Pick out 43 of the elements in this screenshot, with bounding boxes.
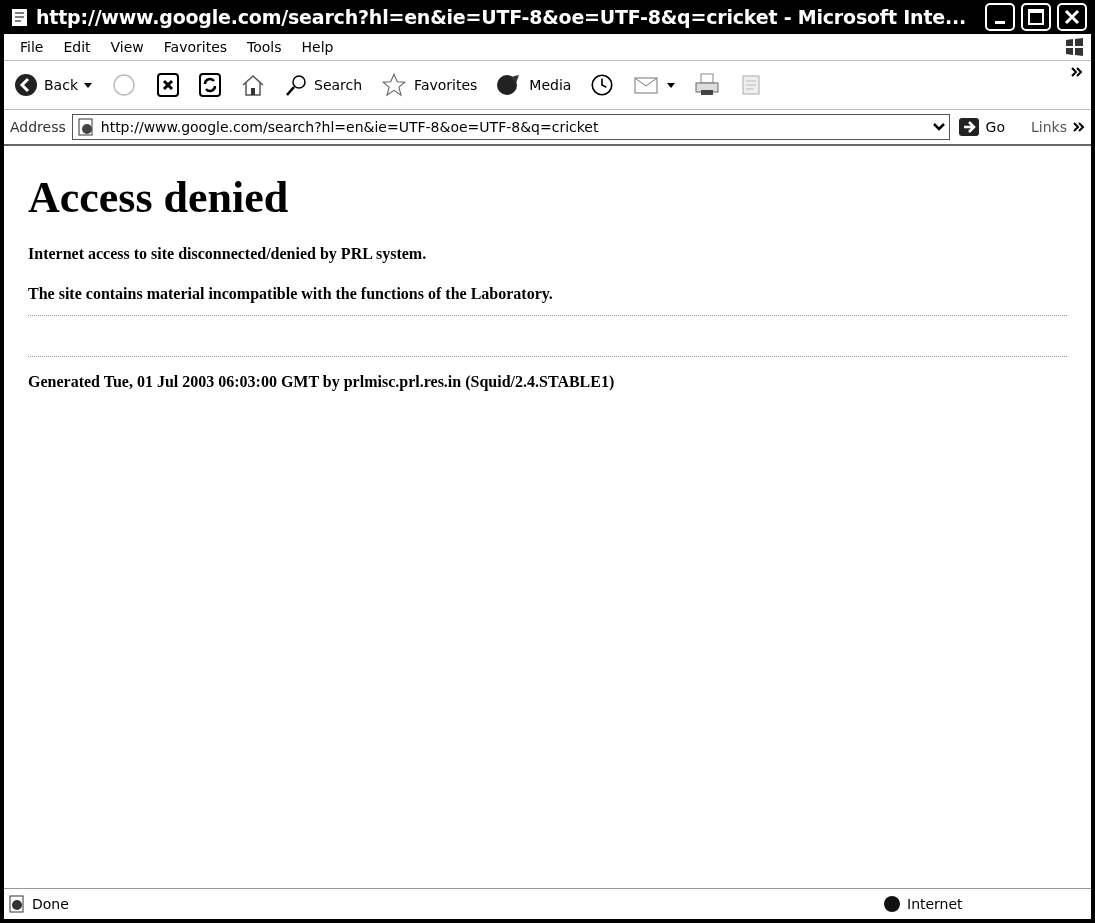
toolbar-button[interactable]: Favorites: [378, 70, 480, 100]
chevron-icon: [1071, 67, 1083, 77]
menu-item[interactable]: File: [10, 39, 54, 55]
toolbar-icon-button[interactable]: [154, 70, 182, 100]
page-icon: [76, 118, 95, 136]
windows-logo-icon: [1063, 36, 1085, 58]
toolbar-button[interactable]: Back: [12, 71, 94, 99]
url-field[interactable]: http://www.google.com/search?hl=en&ie=UTF-8&oe=UTF-8&q=cricket: [100, 119, 927, 135]
minimize-button[interactable]: [985, 3, 1015, 31]
address-combo-box[interactable]: http://www.google.com/search?hl=en&ie=UTF-8&oe=UTF-8&q=cricket: [71, 114, 950, 140]
menu-item[interactable]: Help: [291, 39, 344, 55]
address-label: Address: [10, 119, 66, 135]
stop-icon: [156, 72, 180, 98]
search-icon: [284, 73, 308, 97]
go-button[interactable]: Go: [955, 115, 1008, 139]
menu-item[interactable]: Edit: [53, 39, 101, 55]
refresh-icon: [198, 72, 222, 98]
dropdown-caret-icon: [932, 122, 945, 132]
browser-page-icon: [10, 7, 30, 27]
page-heading: Access denied: [28, 172, 290, 223]
toolbar-icon-button[interactable]: [196, 70, 224, 100]
generated-footer-text: Generated Tue, 01 Jul 2003 06:03:00 GMT by prlmisc.prl.res.in (Squid/2.4.STABLE1): [28, 373, 616, 391]
zone-text: Internet: [907, 896, 964, 912]
maximize-icon: [1028, 9, 1044, 25]
chevron-icon: [1073, 122, 1085, 132]
message-text: The site contains material incompatible with the functions of the Laboratory.: [28, 285, 554, 303]
toolbar-button[interactable]: Media: [493, 71, 574, 99]
printer-icon: [693, 72, 722, 98]
links-button[interactable]: Links: [1031, 119, 1067, 135]
message-text: Internet access to site disconnected/denied by PRL system.: [28, 245, 428, 263]
page-icon: [8, 895, 26, 913]
close-button[interactable]: [1057, 3, 1087, 31]
star-icon: [380, 72, 409, 98]
menu-item[interactable]: View: [100, 39, 154, 55]
menu-item[interactable]: Tools: [237, 39, 292, 55]
menu-item[interactable]: Favorites: [153, 39, 238, 55]
maximize-button[interactable]: [1021, 3, 1051, 31]
window-title: http://www.google.com/search?hl=en&ie=UTF-8&oe=UTF-8&q=cricket - Microsoft Inte...: [36, 6, 968, 28]
minimize-icon: [995, 20, 1005, 24]
status-text: Done: [32, 896, 70, 912]
home-icon: [240, 73, 266, 97]
close-icon: [1064, 9, 1080, 25]
toolbar-button[interactable]: Search: [282, 71, 365, 99]
